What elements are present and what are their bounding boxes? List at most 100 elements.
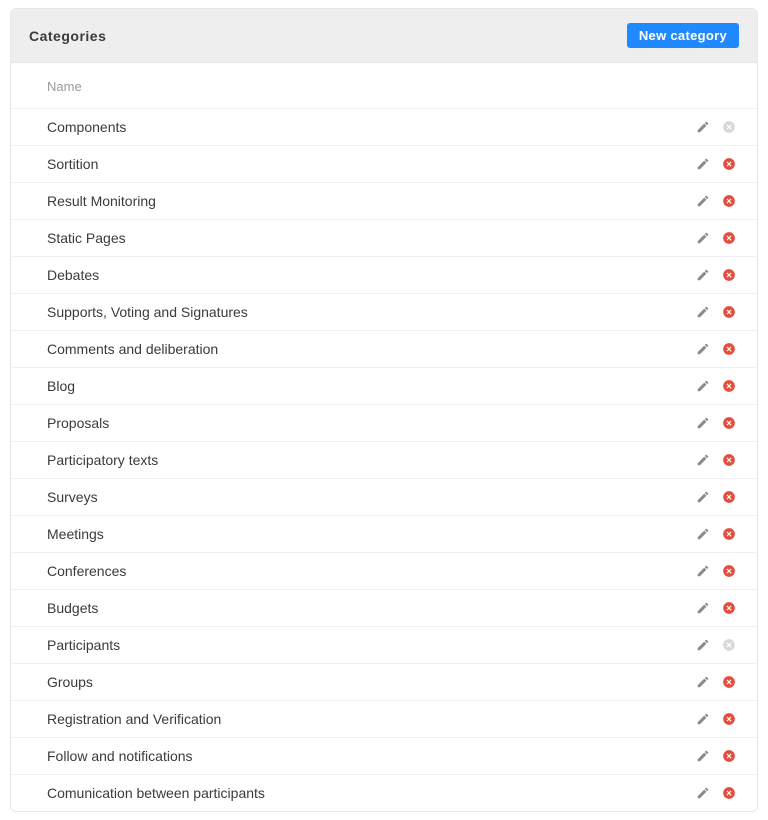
delete-icon[interactable] <box>719 265 739 285</box>
new-category-button[interactable]: New category <box>627 23 739 48</box>
row-actions <box>677 368 757 405</box>
categories-table: Name ComponentsSortitionResult Monitorin… <box>11 63 757 811</box>
row-actions <box>677 109 757 146</box>
delete-icon <box>719 117 739 137</box>
row-actions <box>677 479 757 516</box>
category-name: Follow and notifications <box>11 738 677 775</box>
delete-icon <box>719 635 739 655</box>
pencil-icon[interactable] <box>693 228 713 248</box>
pencil-icon[interactable] <box>693 635 713 655</box>
category-name: Debates <box>11 257 677 294</box>
row-actions <box>677 405 757 442</box>
category-name: Proposals <box>11 405 677 442</box>
row-actions <box>677 146 757 183</box>
category-name: Budgets <box>11 590 677 627</box>
category-name: Participants <box>11 627 677 664</box>
row-actions <box>677 775 757 812</box>
delete-icon[interactable] <box>719 746 739 766</box>
category-name: Comunication between participants <box>11 775 677 812</box>
table-row: Registration and Verification <box>11 701 757 738</box>
row-actions <box>677 516 757 553</box>
pencil-icon[interactable] <box>693 598 713 618</box>
category-name: Conferences <box>11 553 677 590</box>
category-name: Components <box>11 109 677 146</box>
table-row: Components <box>11 109 757 146</box>
row-actions <box>677 553 757 590</box>
table-row: Debates <box>11 257 757 294</box>
category-name: Meetings <box>11 516 677 553</box>
table-row: Participants <box>11 627 757 664</box>
delete-icon[interactable] <box>719 783 739 803</box>
category-name: Comments and deliberation <box>11 331 677 368</box>
delete-icon[interactable] <box>719 302 739 322</box>
table-row: Blog <box>11 368 757 405</box>
table-row: Static Pages <box>11 220 757 257</box>
table-row: Comments and deliberation <box>11 331 757 368</box>
category-name: Static Pages <box>11 220 677 257</box>
delete-icon[interactable] <box>719 228 739 248</box>
table-row: Conferences <box>11 553 757 590</box>
pencil-icon[interactable] <box>693 672 713 692</box>
category-name: Surveys <box>11 479 677 516</box>
pencil-icon[interactable] <box>693 339 713 359</box>
pencil-icon[interactable] <box>693 376 713 396</box>
category-name: Result Monitoring <box>11 183 677 220</box>
panel-header: Categories New category <box>11 9 757 63</box>
delete-icon[interactable] <box>719 154 739 174</box>
pencil-icon[interactable] <box>693 117 713 137</box>
panel-title: Categories <box>29 28 106 44</box>
table-row: Surveys <box>11 479 757 516</box>
category-name: Groups <box>11 664 677 701</box>
categories-panel: Categories New category Name ComponentsS… <box>10 8 758 812</box>
delete-icon[interactable] <box>719 487 739 507</box>
delete-icon[interactable] <box>719 709 739 729</box>
pencil-icon[interactable] <box>693 709 713 729</box>
category-name: Blog <box>11 368 677 405</box>
delete-icon[interactable] <box>719 339 739 359</box>
delete-icon[interactable] <box>719 413 739 433</box>
row-actions <box>677 701 757 738</box>
table-row: Result Monitoring <box>11 183 757 220</box>
pencil-icon[interactable] <box>693 524 713 544</box>
pencil-icon[interactable] <box>693 302 713 322</box>
category-name: Supports, Voting and Signatures <box>11 294 677 331</box>
table-row: Sortition <box>11 146 757 183</box>
pencil-icon[interactable] <box>693 561 713 581</box>
table-row: Comunication between participants <box>11 775 757 812</box>
category-name: Sortition <box>11 146 677 183</box>
category-name: Registration and Verification <box>11 701 677 738</box>
row-actions <box>677 590 757 627</box>
pencil-icon[interactable] <box>693 746 713 766</box>
delete-icon[interactable] <box>719 561 739 581</box>
delete-icon[interactable] <box>719 376 739 396</box>
table-row: Groups <box>11 664 757 701</box>
row-actions <box>677 664 757 701</box>
row-actions <box>677 220 757 257</box>
table-row: Follow and notifications <box>11 738 757 775</box>
category-name: Participatory texts <box>11 442 677 479</box>
delete-icon[interactable] <box>719 672 739 692</box>
pencil-icon[interactable] <box>693 191 713 211</box>
row-actions <box>677 627 757 664</box>
pencil-icon[interactable] <box>693 154 713 174</box>
delete-icon[interactable] <box>719 598 739 618</box>
column-header-actions <box>677 63 757 109</box>
row-actions <box>677 294 757 331</box>
row-actions <box>677 257 757 294</box>
pencil-icon[interactable] <box>693 265 713 285</box>
delete-icon[interactable] <box>719 450 739 470</box>
table-row: Supports, Voting and Signatures <box>11 294 757 331</box>
row-actions <box>677 183 757 220</box>
pencil-icon[interactable] <box>693 783 713 803</box>
table-row: Participatory texts <box>11 442 757 479</box>
pencil-icon[interactable] <box>693 413 713 433</box>
table-row: Meetings <box>11 516 757 553</box>
column-header-name: Name <box>11 63 677 109</box>
delete-icon[interactable] <box>719 524 739 544</box>
pencil-icon[interactable] <box>693 487 713 507</box>
table-row: Proposals <box>11 405 757 442</box>
delete-icon[interactable] <box>719 191 739 211</box>
row-actions <box>677 738 757 775</box>
pencil-icon[interactable] <box>693 450 713 470</box>
row-actions <box>677 331 757 368</box>
